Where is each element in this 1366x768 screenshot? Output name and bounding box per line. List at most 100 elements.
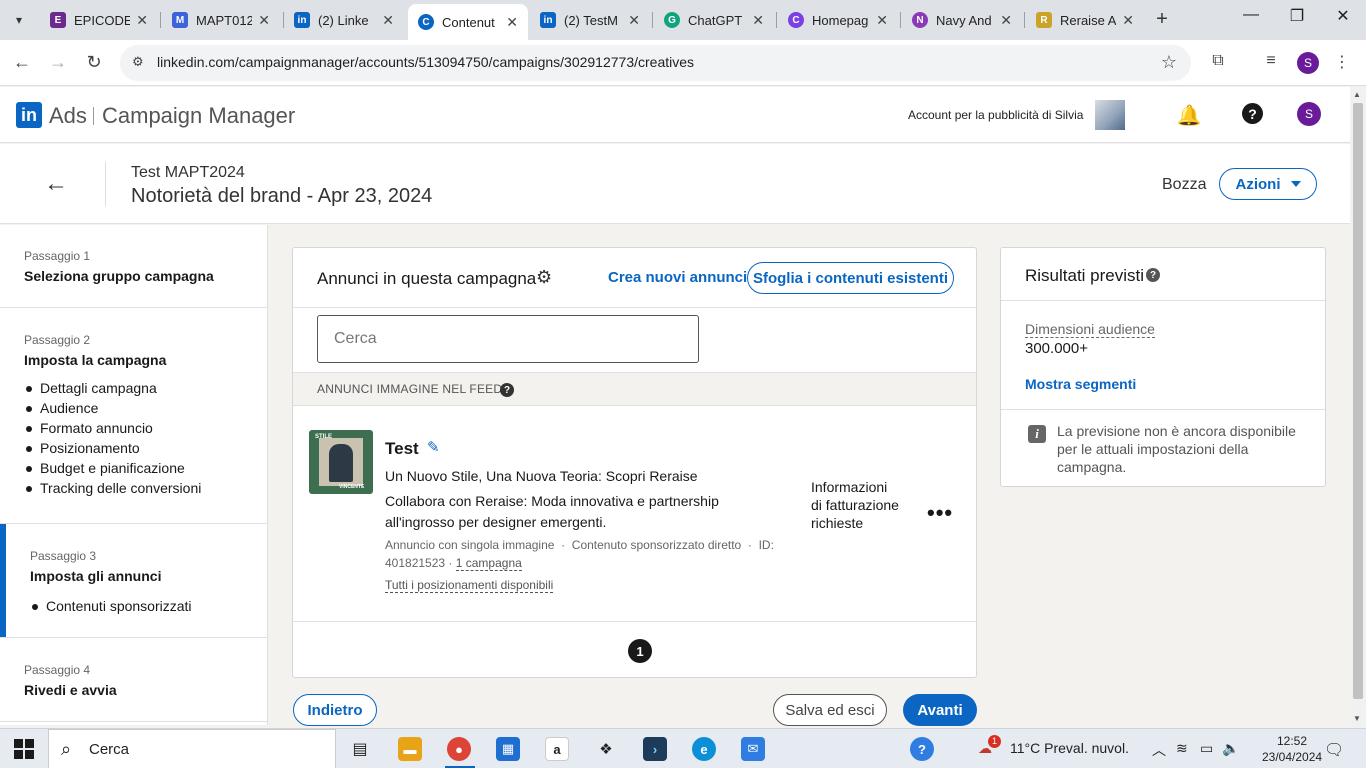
ad-placements-link[interactable]: Tutti i posizionamenti disponibili — [385, 578, 554, 593]
pagination-page[interactable]: 1 — [628, 639, 652, 663]
chrome-icon[interactable]: ● — [447, 737, 471, 761]
user-avatar[interactable]: S — [1297, 102, 1321, 126]
weather-text[interactable]: 11°C Preval. nuvol. — [1010, 740, 1129, 756]
more-options-icon[interactable]: ••• — [927, 500, 953, 526]
microsoft-store-icon[interactable]: ▦ — [496, 737, 520, 761]
close-icon[interactable]: ✕ — [136, 12, 148, 29]
ad-thumbnail[interactable]: STILE VINCENTE — [309, 430, 373, 494]
browser-tab[interactable]: M MAPT012 ✕ — [162, 4, 280, 36]
browser-profile-avatar[interactable]: S — [1297, 52, 1319, 74]
browser-tab-active[interactable]: C Contenut ✕ — [408, 4, 528, 40]
account-name[interactable]: Account per la pubblicità di Silvia — [908, 108, 1083, 122]
close-icon[interactable]: ✕ — [382, 12, 394, 29]
step-3[interactable]: Passaggio 3 Imposta gli annunci Contenut… — [0, 549, 268, 618]
windows-start-icon[interactable] — [14, 739, 34, 759]
close-icon[interactable]: ✕ — [876, 12, 888, 29]
ad-name[interactable]: Test — [385, 439, 419, 459]
linkedin-logo-icon[interactable]: in — [16, 102, 42, 128]
volume-icon[interactable]: 🔈 — [1222, 740, 1239, 757]
amazon-icon[interactable]: a — [545, 737, 569, 761]
reload-icon[interactable]: ↻ — [82, 52, 106, 73]
close-icon[interactable]: ✕ — [1122, 12, 1134, 29]
taskbar-search[interactable]: ⌕ Cerca — [48, 729, 336, 768]
ad-campaigns-link[interactable]: 1 campagna — [455, 556, 522, 571]
next-button[interactable]: Avanti — [903, 694, 977, 726]
site-info-icon[interactable]: ⚙ — [132, 54, 144, 70]
help-icon[interactable]: ? — [1242, 103, 1263, 124]
notification-center-icon[interactable]: 🗨 — [1324, 740, 1344, 760]
back-arrow-icon[interactable]: ← — [44, 170, 68, 198]
actions-button[interactable]: Azioni — [1219, 168, 1317, 200]
file-explorer-icon[interactable]: ▬ — [398, 737, 422, 761]
account-avatar[interactable] — [1095, 100, 1125, 130]
step-item[interactable]: Tracking delle conversioni — [24, 480, 268, 500]
scrollbar-thumb[interactable] — [1353, 103, 1363, 699]
browser-tab[interactable]: R Reraise A ✕ — [1026, 4, 1144, 36]
step-item[interactable]: Formato annuncio — [24, 420, 268, 440]
back-icon[interactable]: ← — [10, 52, 34, 73]
browser-tab[interactable]: C Homepag ✕ — [778, 4, 898, 36]
extensions-icon[interactable]: ⧉ — [1207, 52, 1229, 70]
minimize-icon[interactable]: — — [1228, 6, 1274, 24]
browser-menu-icon[interactable]: ⋮ — [1331, 52, 1353, 72]
browser-tab[interactable]: in (2) Linke ✕ — [284, 4, 404, 36]
scroll-up-icon[interactable]: ▲ — [1353, 90, 1361, 99]
bookmark-star-icon[interactable]: ☆ — [1161, 52, 1177, 73]
close-icon[interactable]: ✕ — [1000, 12, 1012, 29]
media-control-icon[interactable]: ≡ — [1260, 52, 1282, 70]
edit-pencil-icon[interactable]: ✎ — [427, 438, 440, 456]
step-item[interactable]: Audience — [24, 400, 268, 420]
tab-search-icon[interactable]: ▾ — [6, 8, 32, 32]
scroll-down-icon[interactable]: ▼ — [1353, 714, 1361, 723]
settings-gear-icon[interactable]: ⚙ — [536, 267, 552, 288]
help-icon[interactable]: ? — [1146, 268, 1160, 282]
step-4[interactable]: Passaggio 4 Rivedi e avvia — [0, 663, 268, 698]
step-item[interactable]: Contenuti sponsorizzati — [30, 598, 268, 618]
tray-chevron-icon[interactable]: ︿ — [1152, 740, 1166, 760]
address-bar[interactable]: ⚙ linkedin.com/campaignmanager/accounts/… — [120, 45, 1191, 81]
url-text[interactable]: linkedin.com/campaignmanager/accounts/51… — [157, 54, 694, 70]
close-icon[interactable]: ✕ — [506, 14, 518, 31]
mail-icon[interactable]: ✉ — [741, 737, 765, 761]
close-icon[interactable]: ✕ — [752, 12, 764, 29]
show-segments-link[interactable]: Mostra segmenti — [1025, 376, 1136, 392]
create-ads-link[interactable]: Crea nuovi annunci — [608, 269, 747, 286]
step-item[interactable]: Dettagli campagna — [24, 380, 268, 400]
close-icon[interactable]: ✕ — [628, 12, 640, 29]
campaign-manager-icon: C — [418, 14, 434, 30]
wifi-icon[interactable]: ≋ — [1176, 740, 1188, 757]
battery-icon[interactable]: ▭ — [1200, 740, 1213, 757]
browse-content-button[interactable]: Sfoglia i contenuti esistenti — [747, 262, 954, 294]
step-1[interactable]: Passaggio 1 Seleziona gruppo campagna — [0, 249, 268, 284]
linkedin-icon: in — [540, 12, 556, 28]
back-button[interactable]: Indietro — [293, 694, 377, 726]
powershell-icon[interactable]: › — [643, 737, 667, 761]
step-item[interactable]: Posizionamento — [24, 440, 268, 460]
edge-icon[interactable]: e — [692, 737, 716, 761]
step-title[interactable]: Imposta gli annunci — [30, 568, 268, 584]
help-icon[interactable]: ? — [500, 383, 514, 397]
restore-icon[interactable]: ❐ — [1274, 6, 1320, 26]
step-title[interactable]: Rivedi e avvia — [24, 682, 268, 698]
browser-tab[interactable]: N Navy And ✕ — [902, 4, 1022, 36]
browser-tab[interactable]: E EPICODE ✕ — [40, 4, 158, 36]
step-item[interactable]: Budget e pianificazione — [24, 460, 268, 480]
system-clock[interactable]: 12:52 23/04/2024 — [1262, 733, 1322, 765]
step-2[interactable]: Passaggio 2 Imposta la campagna Dettagli… — [0, 333, 268, 500]
forward-icon[interactable]: → — [46, 52, 70, 73]
audience-size-label[interactable]: Dimensioni audience — [1025, 321, 1155, 338]
browser-tab[interactable]: in (2) TestM ✕ — [530, 4, 650, 36]
notifications-bell-icon[interactable]: 🔔 — [1176, 103, 1202, 128]
dropbox-icon[interactable]: ❖ — [594, 737, 618, 761]
page-scrollbar[interactable]: ▲ ▼ — [1350, 87, 1366, 728]
step-title[interactable]: Imposta la campagna — [24, 352, 268, 368]
close-icon[interactable]: ✕ — [258, 12, 270, 29]
task-view-icon[interactable]: ▤ — [348, 737, 372, 761]
step-title[interactable]: Seleziona gruppo campagna — [24, 268, 268, 284]
save-and-exit-button[interactable]: Salva ed esci — [773, 694, 887, 726]
new-tab-icon[interactable]: + — [1150, 8, 1174, 31]
copilot-icon[interactable]: ? — [910, 737, 934, 761]
browser-tab[interactable]: G ChatGPT ✕ — [654, 4, 774, 36]
search-input[interactable] — [317, 315, 699, 363]
close-window-icon[interactable]: ✕ — [1320, 6, 1366, 26]
